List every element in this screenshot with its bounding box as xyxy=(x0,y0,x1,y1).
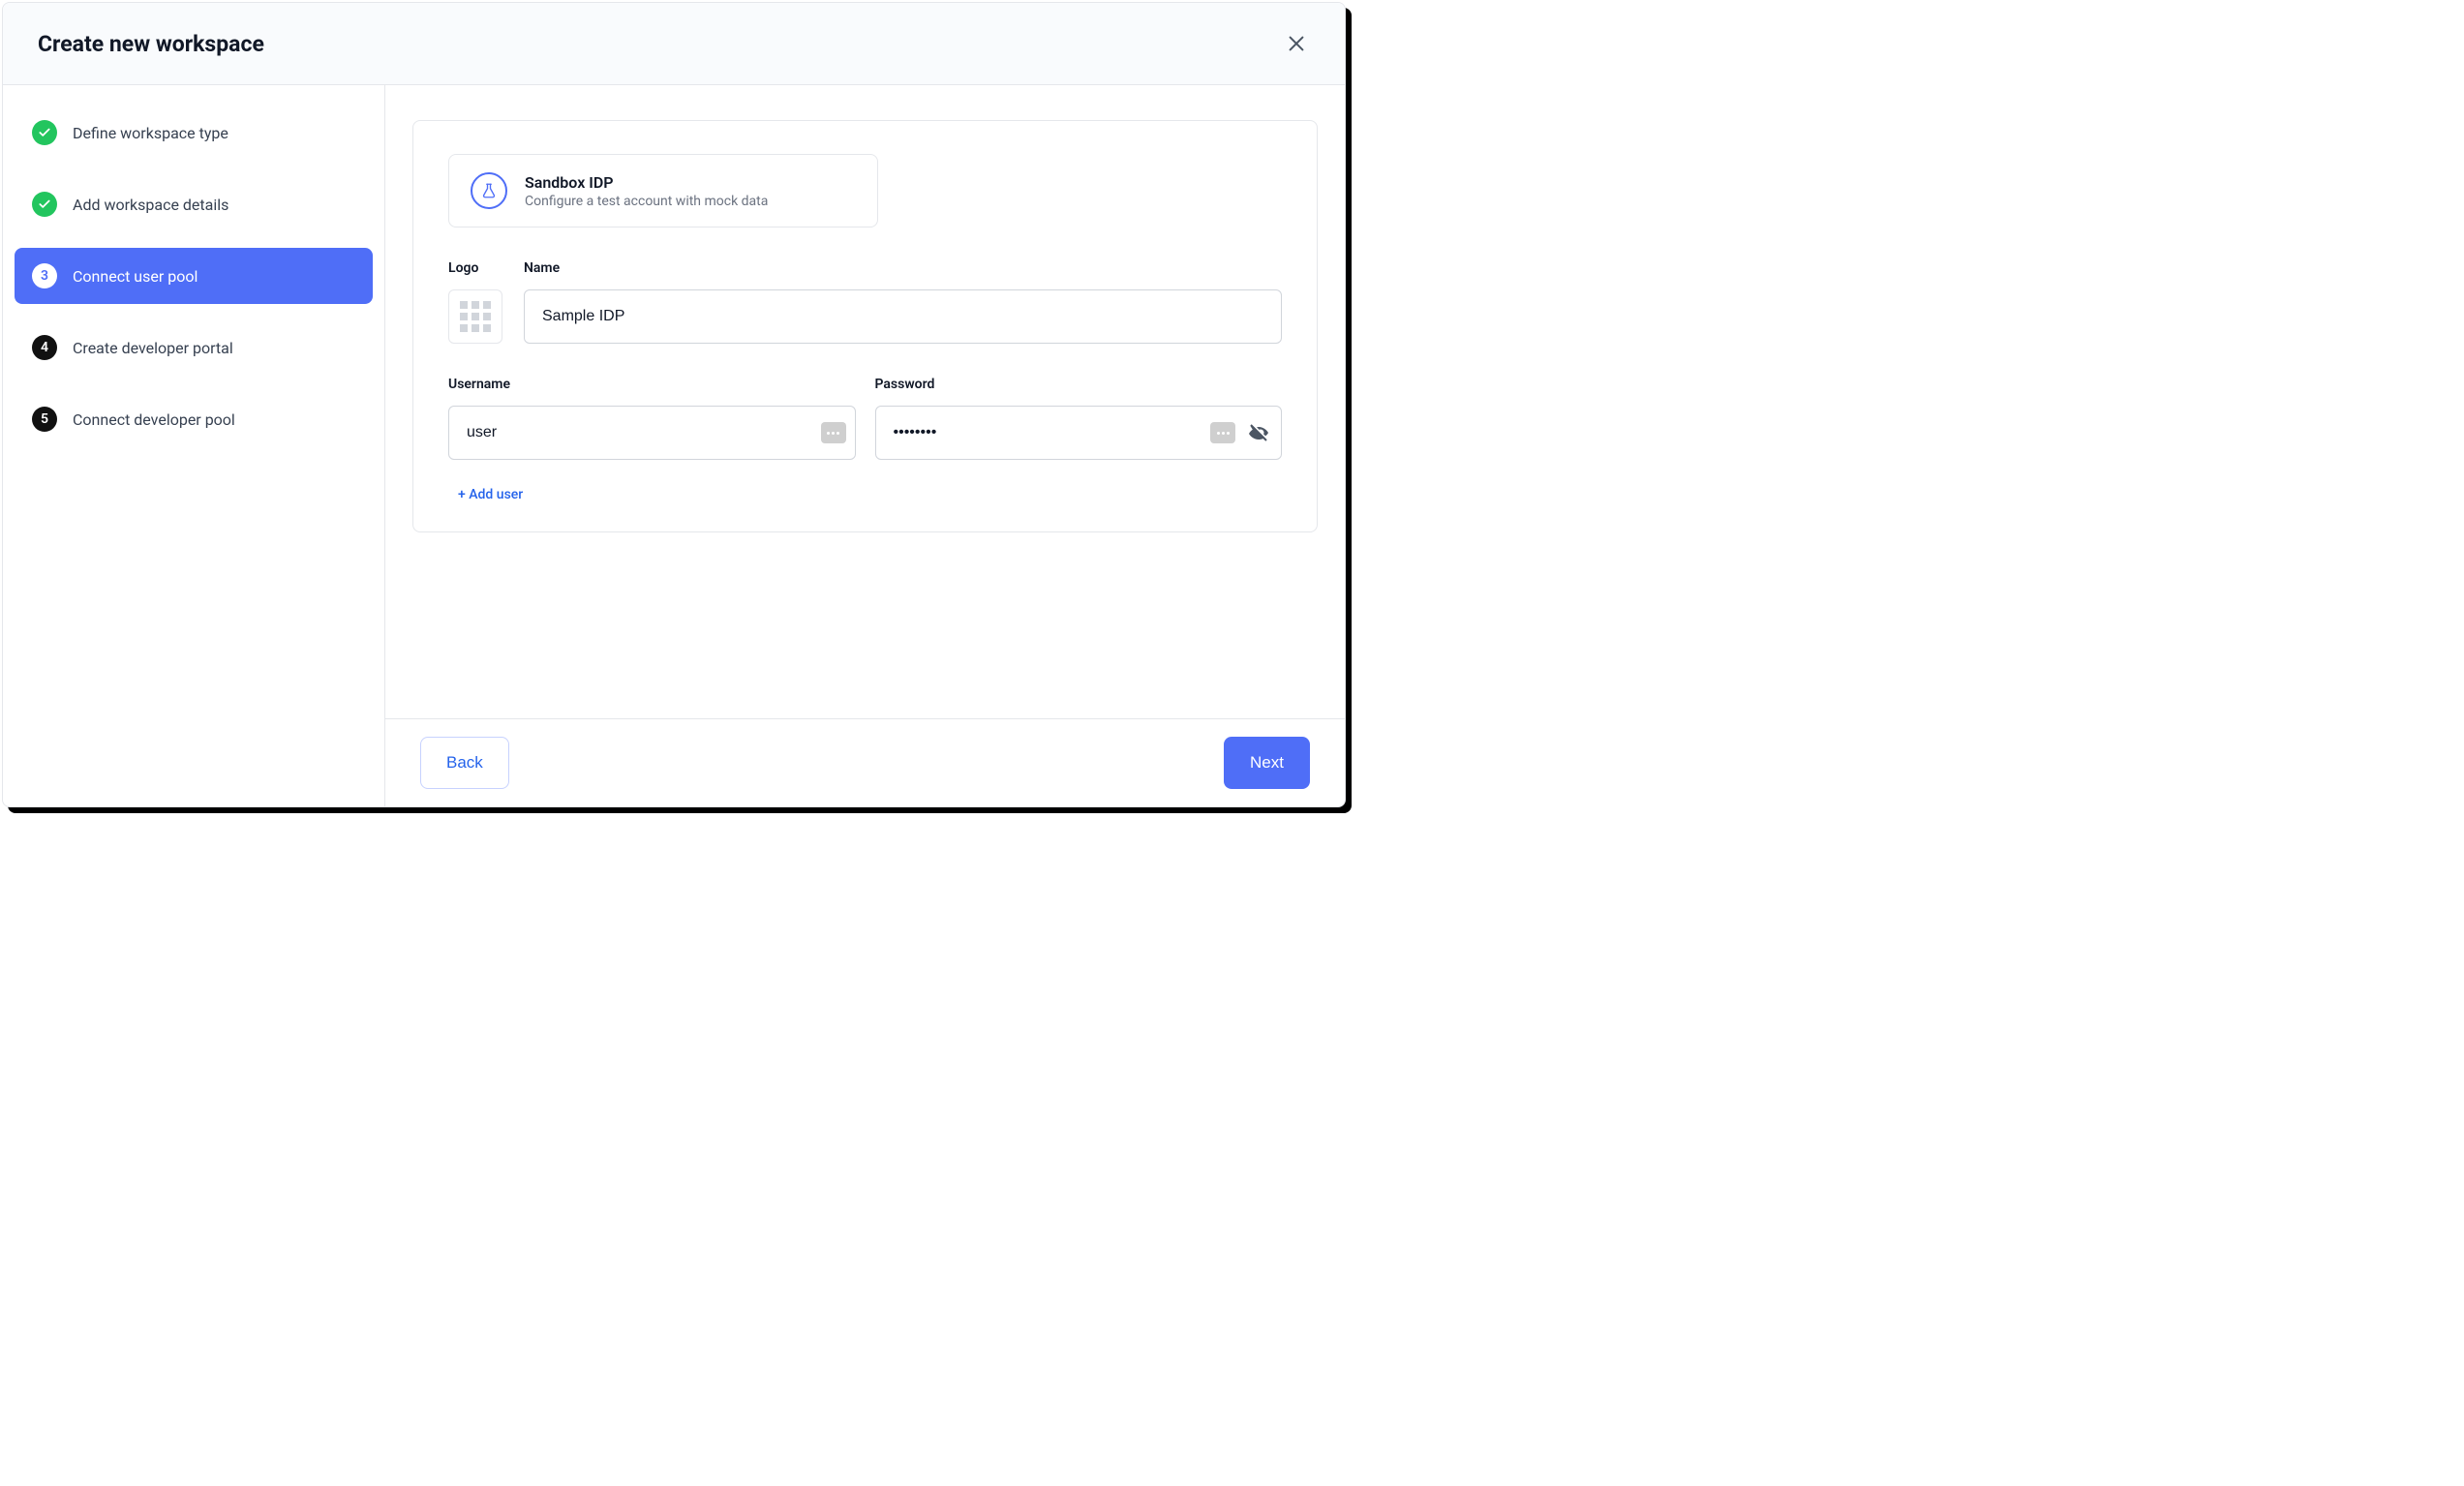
username-input-wrap xyxy=(448,406,856,460)
main-content: Sandbox IDP Configure a test account wit… xyxy=(385,85,1345,718)
name-label: Name xyxy=(524,260,1282,276)
logo-picker[interactable] xyxy=(448,289,502,344)
back-button[interactable]: Back xyxy=(420,737,509,789)
idp-text: Sandbox IDP Configure a test account wit… xyxy=(525,173,768,209)
close-button[interactable] xyxy=(1283,30,1310,57)
logo-column: Logo xyxy=(448,260,504,344)
step-label: Connect user pool xyxy=(73,267,198,286)
saved-credentials-icon[interactable] xyxy=(821,422,846,443)
saved-credentials-icon[interactable] xyxy=(1210,422,1235,443)
step-number-icon: 3 xyxy=(32,263,57,288)
step-label: Add workspace details xyxy=(73,196,228,214)
close-icon xyxy=(1286,33,1307,54)
toggle-password-visibility[interactable] xyxy=(1245,419,1272,446)
step-create-developer-portal[interactable]: 4 Create developer portal xyxy=(15,319,373,376)
logo-label: Logo xyxy=(448,260,504,276)
step-label: Create developer portal xyxy=(73,339,233,357)
password-label: Password xyxy=(875,377,1283,392)
password-input-wrap xyxy=(875,406,1283,460)
modal-footer: Back Next xyxy=(385,718,1345,806)
credentials-row: Username Password xyxy=(448,377,1282,460)
password-column: Password xyxy=(875,377,1283,460)
username-label: Username xyxy=(448,377,856,392)
step-label: Define workspace type xyxy=(73,124,228,142)
step-define-workspace-type[interactable]: Define workspace type xyxy=(15,105,373,161)
main-panel: Sandbox IDP Configure a test account wit… xyxy=(385,85,1345,806)
eye-off-icon xyxy=(1247,421,1270,444)
sandbox-idp-option[interactable]: Sandbox IDP Configure a test account wit… xyxy=(448,154,878,227)
add-user-button[interactable]: + Add user xyxy=(448,487,523,502)
step-number-icon: 5 xyxy=(32,407,57,432)
check-icon xyxy=(32,192,57,217)
flask-icon xyxy=(471,172,507,209)
name-column: Name xyxy=(524,260,1282,344)
idp-title: Sandbox IDP xyxy=(525,173,768,192)
user-pool-card: Sandbox IDP Configure a test account wit… xyxy=(412,120,1318,532)
modal-header: Create new workspace xyxy=(3,3,1345,85)
check-icon xyxy=(32,120,57,145)
step-add-workspace-details[interactable]: Add workspace details xyxy=(15,176,373,232)
grid-icon xyxy=(460,301,468,309)
idp-description: Configure a test account with mock data xyxy=(525,194,768,209)
step-number-icon: 4 xyxy=(32,335,57,360)
username-column: Username xyxy=(448,377,856,460)
create-workspace-modal: Create new workspace Define workspace ty… xyxy=(2,2,1346,807)
modal-title: Create new workspace xyxy=(38,31,264,57)
logo-name-row: Logo Name xyxy=(448,260,1282,344)
next-button[interactable]: Next xyxy=(1224,737,1310,789)
input-adornment xyxy=(821,422,846,443)
modal-body: Define workspace type Add workspace deta… xyxy=(3,85,1345,806)
step-connect-user-pool[interactable]: 3 Connect user pool xyxy=(15,248,373,304)
input-adornment xyxy=(1210,419,1272,446)
step-label: Connect developer pool xyxy=(73,410,235,429)
username-input[interactable] xyxy=(448,406,856,460)
name-input[interactable] xyxy=(524,289,1282,344)
step-connect-developer-pool[interactable]: 5 Connect developer pool xyxy=(15,391,373,447)
steps-sidebar: Define workspace type Add workspace deta… xyxy=(3,85,385,806)
